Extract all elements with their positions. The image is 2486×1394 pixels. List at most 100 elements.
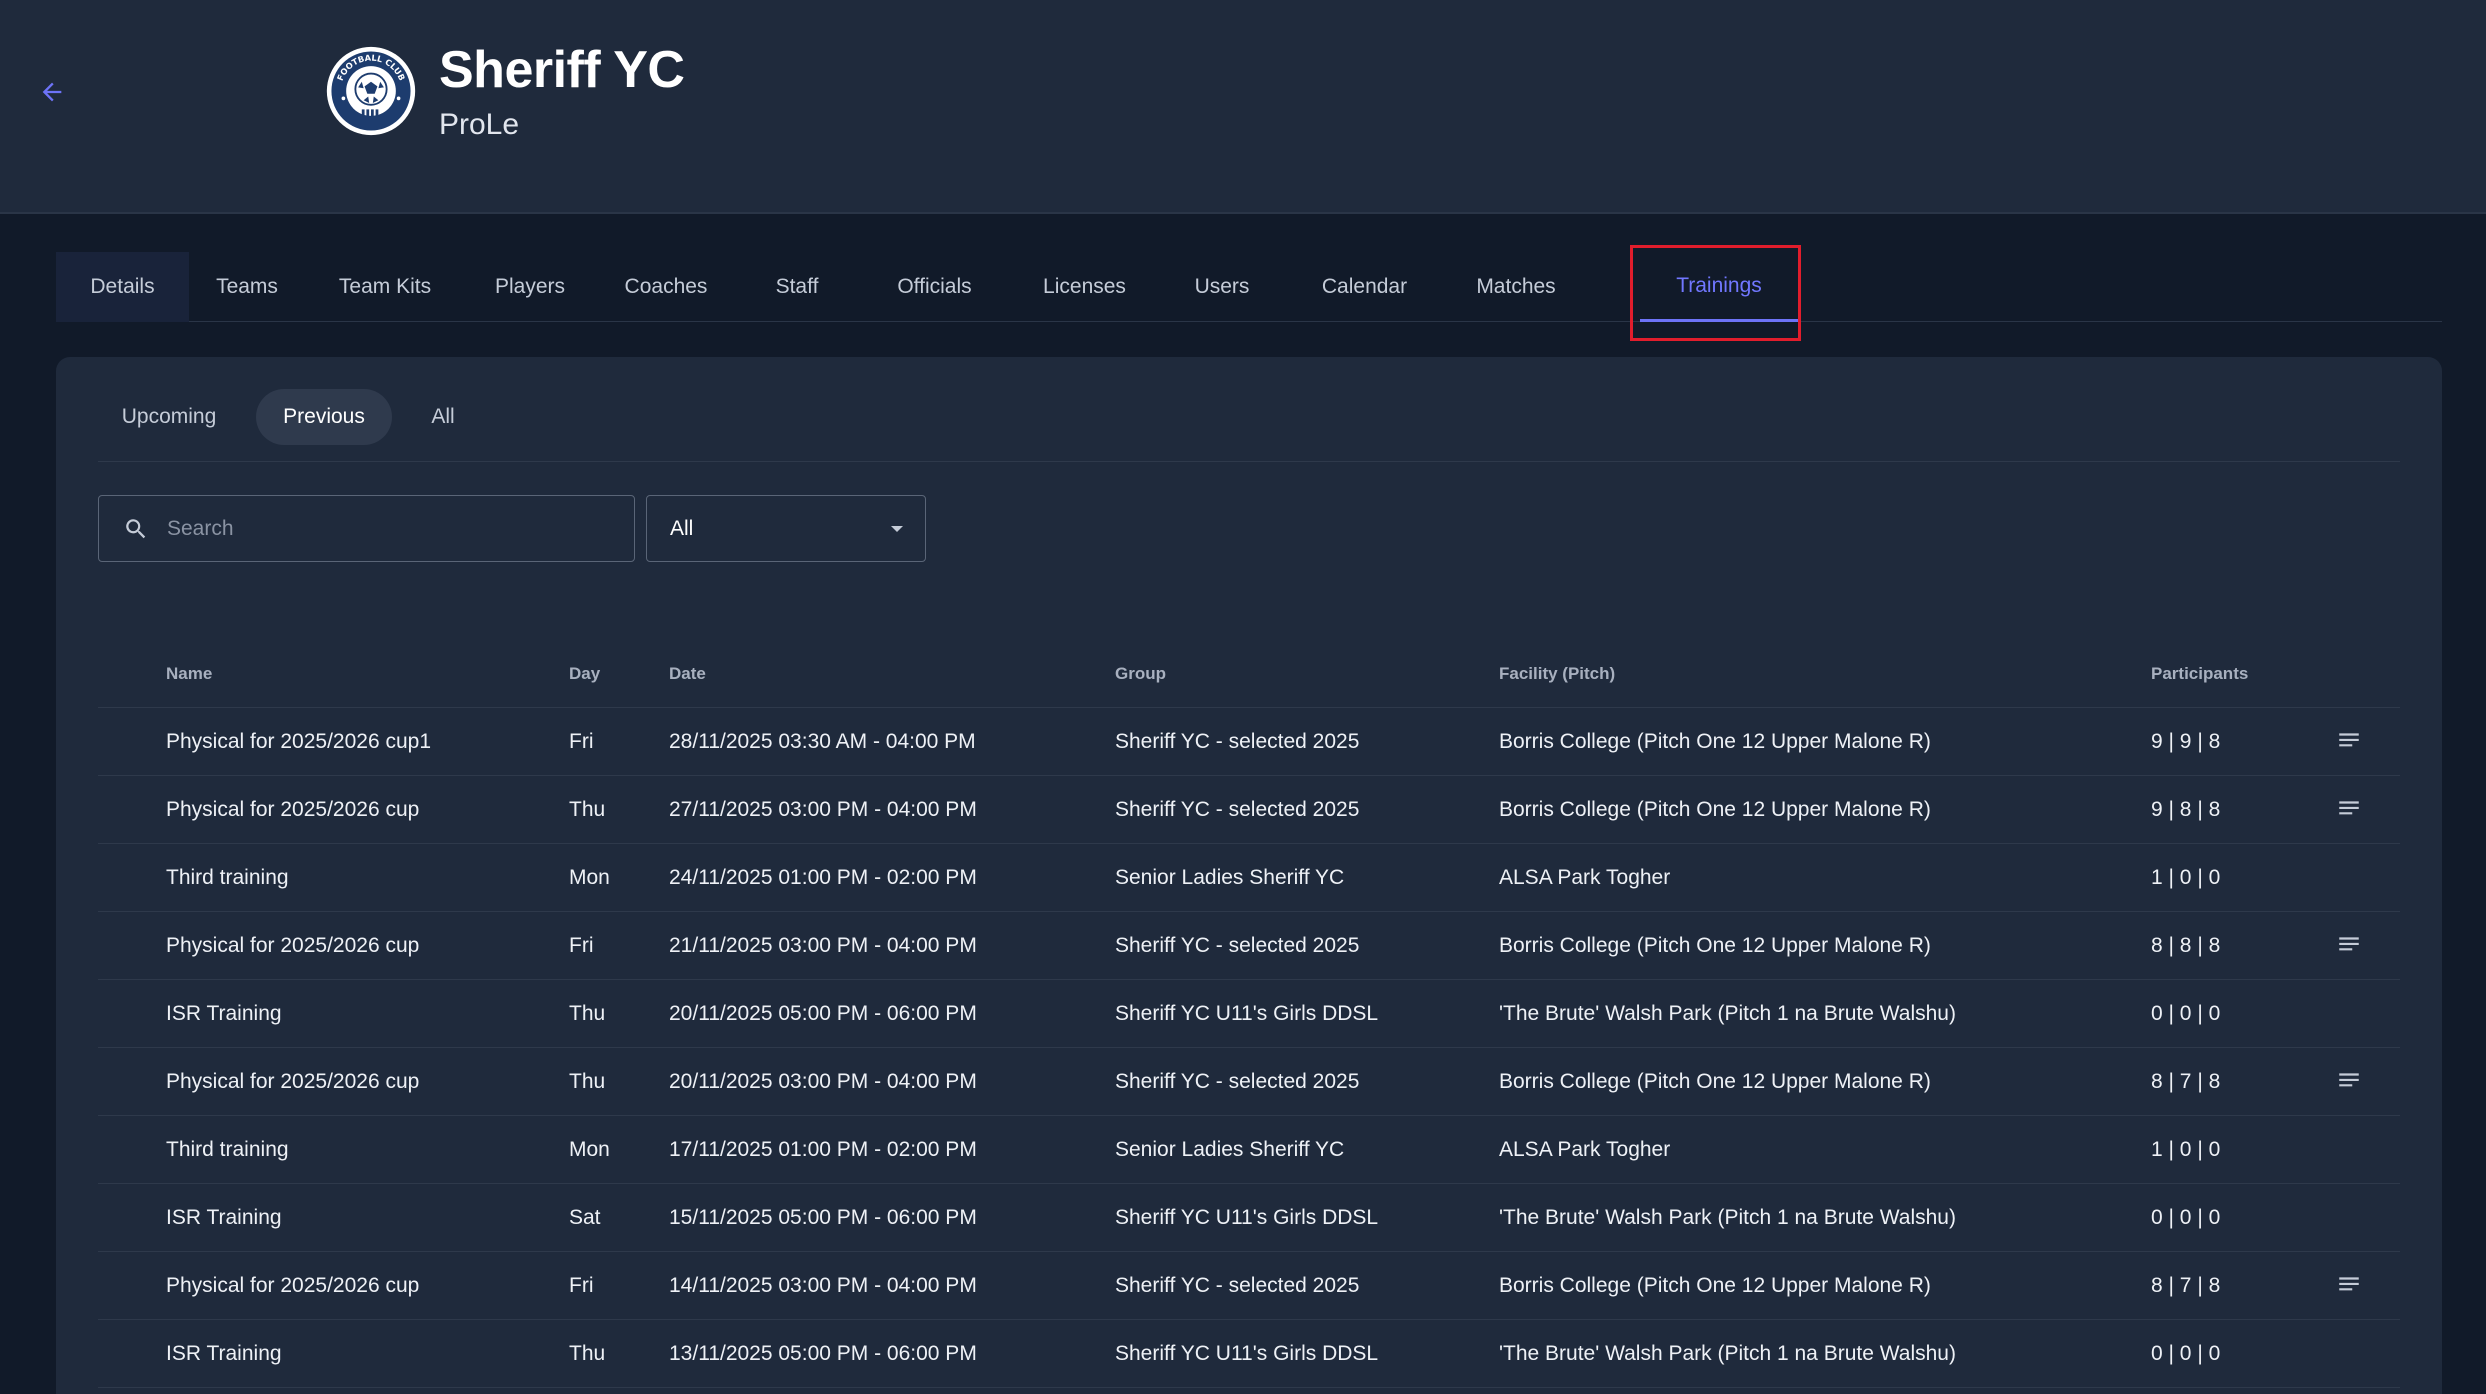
trainings-panel: Upcoming Previous All All Name Day Date … [56, 357, 2442, 1394]
header-facility[interactable]: Facility (Pitch) [1499, 640, 1615, 708]
cell-date: 21/11/2025 03:00 PM - 04:00 PM [669, 934, 977, 957]
cell-name: Physical for 2025/2026 cup [166, 1070, 420, 1093]
cell-group: Sheriff YC - selected 2025 [1115, 1274, 1360, 1297]
cell-group: Sheriff YC U11's Girls DDSL [1115, 1206, 1379, 1229]
search-icon [126, 518, 146, 538]
table-row[interactable]: Third training Mon 24/11/2025 01:00 PM - 0… [98, 844, 2400, 912]
club-subtitle: ProLe [439, 108, 520, 141]
cell-group: Sheriff YC - selected 2025 [1115, 730, 1360, 753]
cell-facility: Borris College (Pitch One 12 Upper Malon… [1499, 934, 1931, 957]
cell-day: Sat [569, 1206, 601, 1229]
tab-licenses[interactable]: Licenses [1012, 252, 1157, 322]
cell-date: 13/11/2025 05:00 PM - 06:00 PM [669, 1342, 977, 1365]
lines-menu-icon[interactable] [2334, 932, 2364, 958]
cell-date: 24/11/2025 01:00 PM - 02:00 PM [669, 866, 977, 889]
tab-team-kits[interactable]: Team Kits [305, 252, 465, 322]
cell-name: Third training [166, 1138, 289, 1161]
cell-name: Physical for 2025/2026 cup1 [166, 730, 432, 753]
cell-participants: 8 | 8 | 8 [2151, 934, 2221, 957]
cell-day: Mon [569, 1138, 610, 1161]
table-row[interactable]: Physical for 2025/2026 cup1 Fri 28/11/2025… [98, 708, 2400, 776]
tab-trainings[interactable]: Trainings [1640, 252, 1798, 322]
table-row[interactable]: Physical for 2025/2026 cup Fri 21/11/2025 … [98, 912, 2400, 980]
table-row[interactable]: Physical for 2025/2026 cup Fri 14/11/2025 … [98, 1252, 2400, 1320]
header-date[interactable]: Date [669, 640, 706, 708]
cell-facility: Borris College (Pitch One 12 Upper Malon… [1499, 798, 1931, 821]
table-row[interactable]: ISR Training Sat 15/11/2025 05:00 PM - 06:… [98, 1184, 2400, 1252]
table-row[interactable]: Physical for 2025/2026 cup Thu 27/11/2025 … [98, 776, 2400, 844]
table-header: Name Day Date Group Facility (Pitch) Par… [98, 640, 2400, 708]
club-name: Sheriff YC [439, 41, 685, 99]
tab-players[interactable]: Players [465, 252, 595, 322]
cell-name: Third training [166, 866, 289, 889]
table-row[interactable]: Third training Mon 17/11/2025 01:00 PM - 0… [98, 1116, 2400, 1184]
cell-date: 14/11/2025 03:00 PM - 04:00 PM [669, 1274, 977, 1297]
tab-matches[interactable]: Matches [1442, 252, 1590, 322]
table-row[interactable]: Physical for 2025/2026 cup Thu 20/11/2025 … [98, 1048, 2400, 1116]
filter-select[interactable]: All [646, 495, 926, 562]
cell-name: ISR Training [166, 1342, 282, 1365]
arrow-left-icon[interactable] [38, 78, 66, 106]
table-row[interactable]: ISR Training Thu 20/11/2025 05:00 PM - 06:… [98, 980, 2400, 1048]
lines-menu-icon[interactable] [2334, 1272, 2364, 1298]
search-field[interactable] [98, 495, 635, 562]
tab-teams[interactable]: Teams [189, 252, 305, 322]
cell-day: Thu [569, 798, 606, 821]
cell-facility: Borris College (Pitch One 12 Upper Malon… [1499, 730, 1931, 753]
tab-coaches[interactable]: Coaches [595, 252, 737, 322]
tab-details[interactable]: Details [56, 252, 189, 322]
tab-bar: Details Teams Team Kits Players Coaches … [56, 252, 2442, 322]
cell-group: Sheriff YC - selected 2025 [1115, 798, 1360, 821]
table-body: Physical for 2025/2026 cup1 Fri 28/11/2025… [98, 708, 2400, 1388]
divider [98, 461, 2400, 462]
subtab-all[interactable]: All [408, 389, 478, 445]
lines-menu-icon[interactable] [2334, 796, 2364, 822]
club-logo: FOOTBALL CLUB [326, 46, 416, 136]
cell-group: Sheriff YC U11's Girls DDSL [1115, 1002, 1379, 1025]
tab-users[interactable]: Users [1157, 252, 1287, 322]
cell-group: Senior Ladies Sheriff YC [1115, 866, 1345, 889]
lines-menu-icon[interactable] [2334, 728, 2364, 754]
cell-facility: 'The Brute' Walsh Park (Pitch 1 na Brute… [1499, 1206, 1956, 1229]
tab-officials[interactable]: Officials [857, 252, 1012, 322]
cell-participants: 8 | 7 | 8 [2151, 1070, 2221, 1093]
cell-participants: 1 | 0 | 0 [2151, 866, 2221, 889]
cell-group: Senior Ladies Sheriff YC [1115, 1138, 1345, 1161]
caret-down-icon [891, 526, 903, 532]
search-input[interactable] [167, 516, 607, 541]
cell-facility: 'The Brute' Walsh Park (Pitch 1 na Brute… [1499, 1002, 1956, 1025]
lines-menu-icon[interactable] [2334, 1068, 2364, 1094]
header-participants[interactable]: Participants [2151, 640, 2248, 708]
cell-name: Physical for 2025/2026 cup [166, 934, 420, 957]
header-name[interactable]: Name [166, 640, 212, 708]
cell-participants: 9 | 8 | 8 [2151, 798, 2221, 821]
header-day[interactable]: Day [569, 640, 600, 708]
cell-day: Thu [569, 1070, 606, 1093]
cell-participants: 0 | 0 | 0 [2151, 1002, 2221, 1025]
cell-facility: ALSA Park Togher [1499, 1138, 1671, 1161]
subtab-previous[interactable]: Previous [256, 389, 392, 445]
table-row[interactable]: ISR Training Thu 13/11/2025 05:00 PM - 06:… [98, 1320, 2400, 1388]
cell-facility: Borris College (Pitch One 12 Upper Malon… [1499, 1070, 1931, 1093]
cell-date: 27/11/2025 03:00 PM - 04:00 PM [669, 798, 977, 821]
cell-day: Thu [569, 1002, 606, 1025]
cell-participants: 9 | 9 | 8 [2151, 730, 2221, 753]
cell-day: Thu [569, 1342, 606, 1365]
cell-name: Physical for 2025/2026 cup [166, 798, 420, 821]
header-group[interactable]: Group [1115, 640, 1166, 708]
cell-name: Physical for 2025/2026 cup [166, 1274, 420, 1297]
cell-name: ISR Training [166, 1002, 282, 1025]
cell-date: 20/11/2025 03:00 PM - 04:00 PM [669, 1070, 977, 1093]
cell-facility: Borris College (Pitch One 12 Upper Malon… [1499, 1274, 1931, 1297]
cell-day: Fri [569, 730, 594, 753]
cell-date: 20/11/2025 05:00 PM - 06:00 PM [669, 1002, 977, 1025]
cell-group: Sheriff YC - selected 2025 [1115, 1070, 1360, 1093]
tab-staff[interactable]: Staff [737, 252, 857, 322]
back-button[interactable] [34, 74, 70, 110]
cell-day: Fri [569, 1274, 594, 1297]
subtab-upcoming[interactable]: Upcoming [98, 389, 240, 445]
tab-calendar[interactable]: Calendar [1287, 252, 1442, 322]
trainings-table: Name Day Date Group Facility (Pitch) Par… [98, 640, 2400, 1388]
cell-facility: ALSA Park Togher [1499, 866, 1671, 889]
cell-day: Mon [569, 866, 610, 889]
